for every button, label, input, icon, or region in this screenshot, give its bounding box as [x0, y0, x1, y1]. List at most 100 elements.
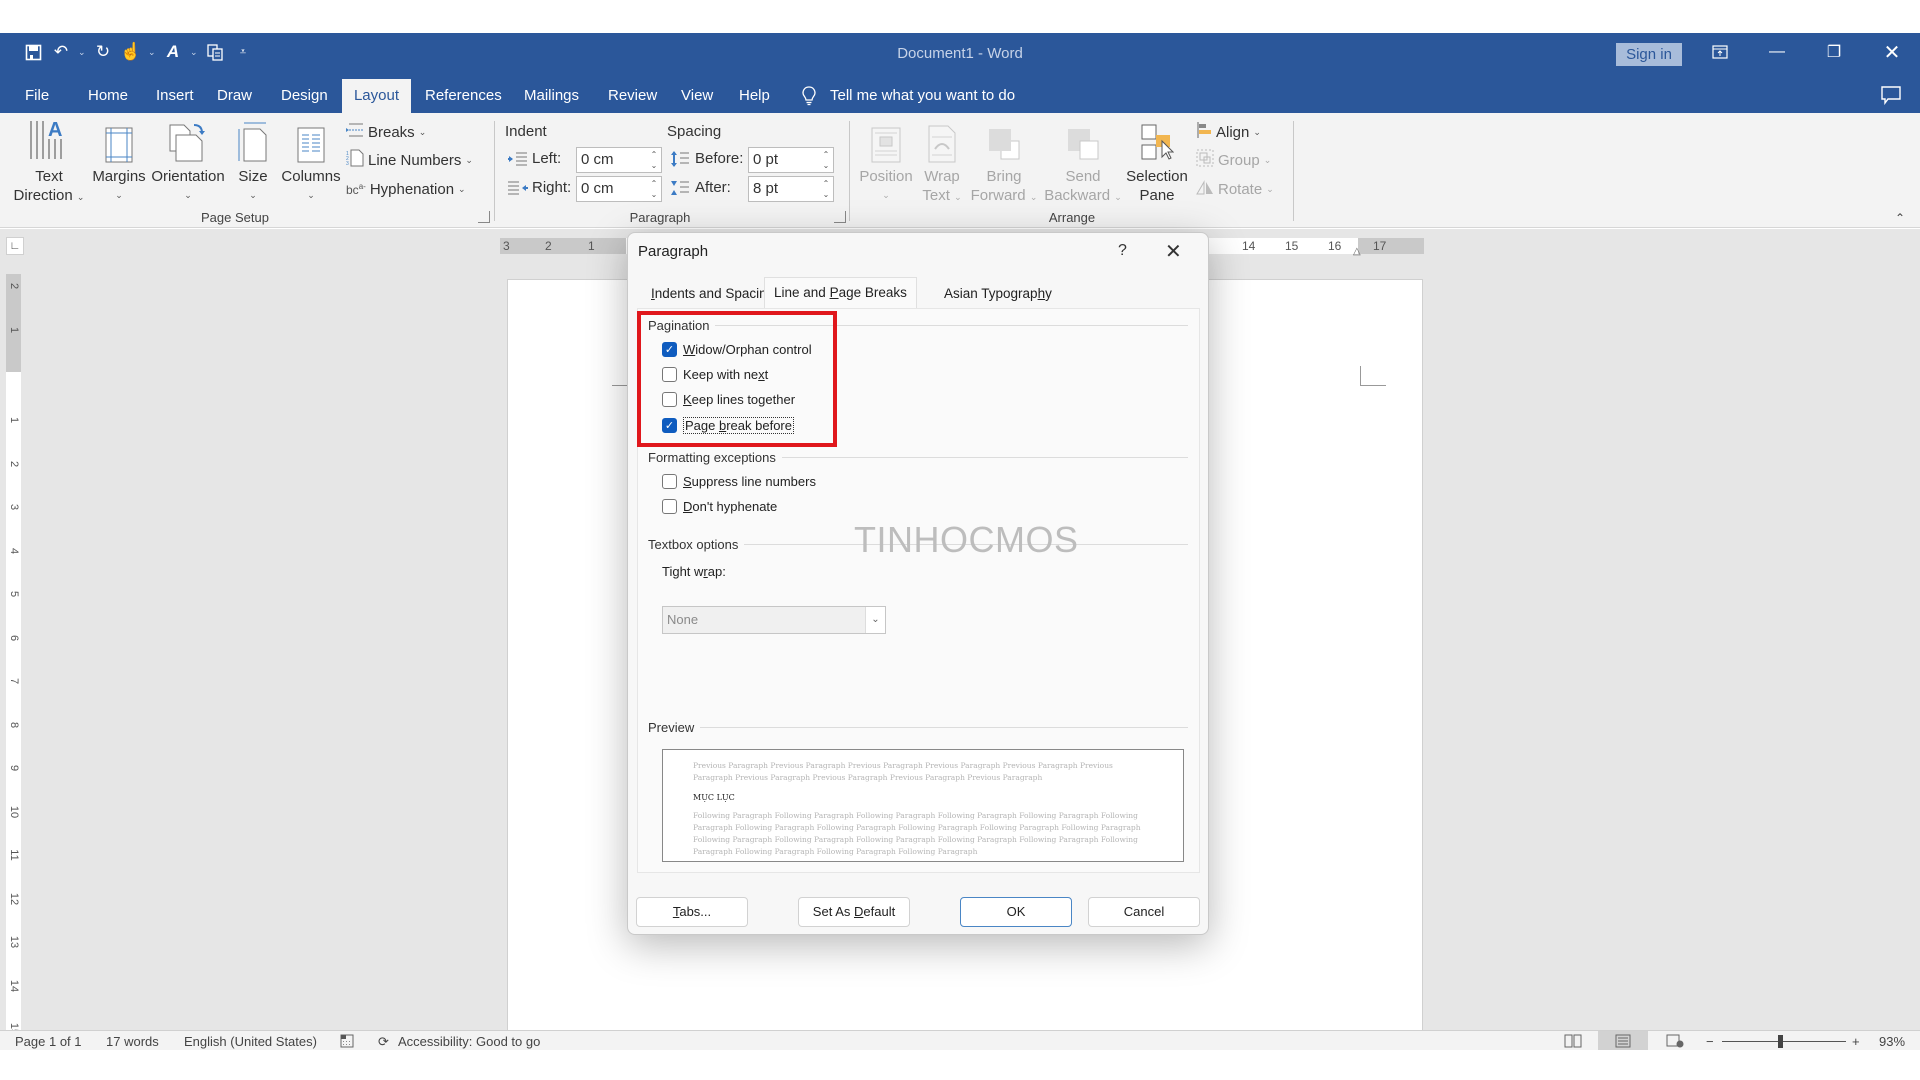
bring-forward-button[interactable]: Bring Forward ⌄ [968, 119, 1040, 207]
tight-wrap-select[interactable]: None ⌄ [662, 606, 886, 634]
zoom-slider-thumb[interactable] [1778, 1035, 1783, 1048]
orientation-button[interactable]: Orientation ⌄ [149, 119, 227, 205]
paragraph-group-label: Paragraph [629, 210, 691, 225]
indent-right-input[interactable]: 0 cm ⌃ ⌄ [576, 176, 662, 202]
breaks-button[interactable]: Breaks ⌄ [346, 121, 426, 143]
accessibility-icon[interactable]: ⟳ [378, 1034, 389, 1050]
tab-view[interactable]: View [672, 79, 722, 113]
tab-design[interactable]: Design [272, 79, 337, 113]
columns-button[interactable]: Columns ⌄ [280, 119, 342, 205]
wrap-text-button[interactable]: Wrap Text ⌄ [915, 119, 969, 207]
position-button[interactable]: Position ⌄ [858, 119, 914, 205]
size-label: Size [238, 168, 268, 185]
dont-hyphenate-checkbox[interactable]: Don't hyphenate [662, 499, 777, 514]
ruler-number: 8 [8, 721, 20, 728]
paste-format-icon[interactable] [204, 41, 226, 63]
spin-arrows-icon[interactable]: ⌃ ⌄ [649, 149, 659, 171]
align-label: Align [1216, 123, 1250, 141]
page-setup-group-label: Page Setup [201, 210, 269, 225]
chevron-down-icon[interactable]: ⌄ [865, 607, 885, 633]
collapse-ribbon-icon[interactable]: ⌃ [1895, 211, 1905, 225]
tab-home[interactable]: Home [79, 79, 137, 113]
tab-file[interactable]: File [16, 79, 58, 113]
read-mode-icon[interactable] [1564, 1034, 1582, 1051]
comments-icon[interactable] [1880, 85, 1902, 106]
web-layout-icon[interactable] [1666, 1034, 1684, 1051]
right-indent-marker-icon[interactable]: △ [1353, 246, 1361, 257]
paragraph-launcher-icon[interactable] [834, 211, 846, 223]
tab-references[interactable]: References [416, 79, 511, 113]
chevron-down-icon: ⌄ [1266, 183, 1274, 194]
tab-draw[interactable]: Draw [208, 79, 261, 113]
ruler-number: 6 [8, 634, 20, 641]
svg-text:3: 3 [346, 161, 349, 167]
word-count[interactable]: 17 words [106, 1034, 159, 1049]
help-button[interactable]: ? [1118, 242, 1127, 260]
size-button[interactable]: Size ⌄ [232, 119, 274, 205]
page-setup-launcher-icon[interactable] [478, 211, 490, 223]
indent-heading: Indent [505, 123, 547, 140]
save-icon[interactable] [22, 41, 44, 63]
hyphenation-button[interactable]: bca- Hyphenation ⌄ [346, 178, 466, 200]
undo-dropdown-icon[interactable]: ⌄ [78, 47, 86, 58]
tab-review[interactable]: Review [599, 79, 666, 113]
ruler-number: 1 [8, 326, 20, 334]
redo-icon[interactable]: ↻ [92, 41, 114, 63]
zoom-out-icon[interactable]: − [1706, 1034, 1714, 1049]
ribbon-tabs: File Home Insert Draw Design Layout Refe… [0, 73, 1920, 113]
suppress-line-numbers-checkbox[interactable]: Suppress line numbers [662, 474, 816, 489]
spacing-before-input[interactable]: 0 pt ⌃ ⌄ [748, 147, 834, 173]
customize-qat-icon[interactable]: ⩡ [232, 41, 254, 63]
tab-mailings[interactable]: Mailings [515, 79, 588, 113]
tab-indents-and-spacing[interactable]: Indents and Spacing [642, 280, 783, 308]
touch-dropdown-icon[interactable]: ⌄ [148, 47, 156, 58]
vertical-ruler[interactable]: 2 1 1 2 3 4 5 6 7 8 9 10 11 12 13 14 15 [6, 274, 21, 1064]
spelling-icon[interactable]: A [162, 41, 184, 63]
set-as-default-button[interactable]: Set As Default [798, 897, 910, 927]
spacing-after-input[interactable]: 8 pt ⌃ ⌄ [748, 176, 834, 202]
cancel-button[interactable]: Cancel [1088, 897, 1200, 927]
tab-insert[interactable]: Insert [147, 79, 203, 113]
macro-recording-icon[interactable] [340, 1034, 354, 1051]
language[interactable]: English (United States) [184, 1034, 317, 1049]
undo-icon[interactable]: ↶ [50, 41, 72, 63]
send-backward-button[interactable]: Send Backward ⌄ [1044, 119, 1122, 207]
tab-help[interactable]: Help [730, 79, 779, 113]
accessibility-status[interactable]: Accessibility: Good to go [398, 1034, 540, 1049]
touch-mode-icon[interactable]: ☝ [120, 41, 142, 63]
align-button[interactable]: Align ⌄ [1196, 121, 1261, 143]
tab-asian-typography[interactable]: Asian Typography [935, 280, 1061, 308]
dialog-close-icon[interactable]: ✕ [1165, 239, 1182, 264]
close-icon[interactable]: ✕ [1872, 37, 1912, 67]
tab-layout[interactable]: Layout [342, 79, 411, 113]
zoom-in-icon[interactable]: + [1852, 1034, 1860, 1049]
sign-in-button[interactable]: Sign in [1616, 43, 1682, 66]
indent-left-input[interactable]: 0 cm ⌃ ⌄ [576, 147, 662, 173]
tabs-button[interactable]: Tabs... [636, 897, 748, 927]
tab-stop-selector[interactable]: ∟ [6, 237, 24, 255]
margins-label: Margins [92, 168, 146, 185]
print-layout-icon[interactable] [1598, 1031, 1648, 1050]
spin-arrows-icon[interactable]: ⌃ ⌄ [649, 178, 659, 200]
spin-arrows-icon[interactable]: ⌃ ⌄ [821, 178, 831, 200]
checkbox-unchecked-icon[interactable] [662, 474, 677, 489]
tell-me-search[interactable]: Tell me what you want to do [802, 79, 1015, 113]
page-count[interactable]: Page 1 of 1 [15, 1034, 82, 1049]
zoom-level[interactable]: 93% [1879, 1034, 1905, 1049]
restore-icon[interactable]: ❐ [1814, 37, 1854, 67]
ok-button[interactable]: OK [960, 897, 1072, 927]
text-direction-button[interactable]: A Text Direction ⌄ [10, 119, 88, 207]
line-numbers-button[interactable]: 123 Line Numbers ⌄ [346, 149, 473, 171]
ruler-margin-right [1358, 238, 1424, 254]
tab-line-and-page-breaks[interactable]: Line and Page Breaks [764, 277, 917, 309]
group-button[interactable]: Group ⌄ [1196, 149, 1271, 171]
selection-pane-button[interactable]: Selection Pane [1124, 119, 1190, 205]
rotate-button[interactable]: Rotate ⌄ [1196, 178, 1274, 200]
spin-arrows-icon[interactable]: ⌃ ⌄ [821, 149, 831, 171]
minimize-icon[interactable]: — [1757, 37, 1797, 67]
margins-button[interactable]: Margins ⌄ [90, 119, 148, 205]
ribbon-display-options-icon[interactable] [1700, 37, 1740, 67]
checkbox-unchecked-icon[interactable] [662, 499, 677, 514]
zoom-slider[interactable] [1722, 1041, 1846, 1042]
spelling-dropdown-icon[interactable]: ⌄ [190, 47, 198, 58]
